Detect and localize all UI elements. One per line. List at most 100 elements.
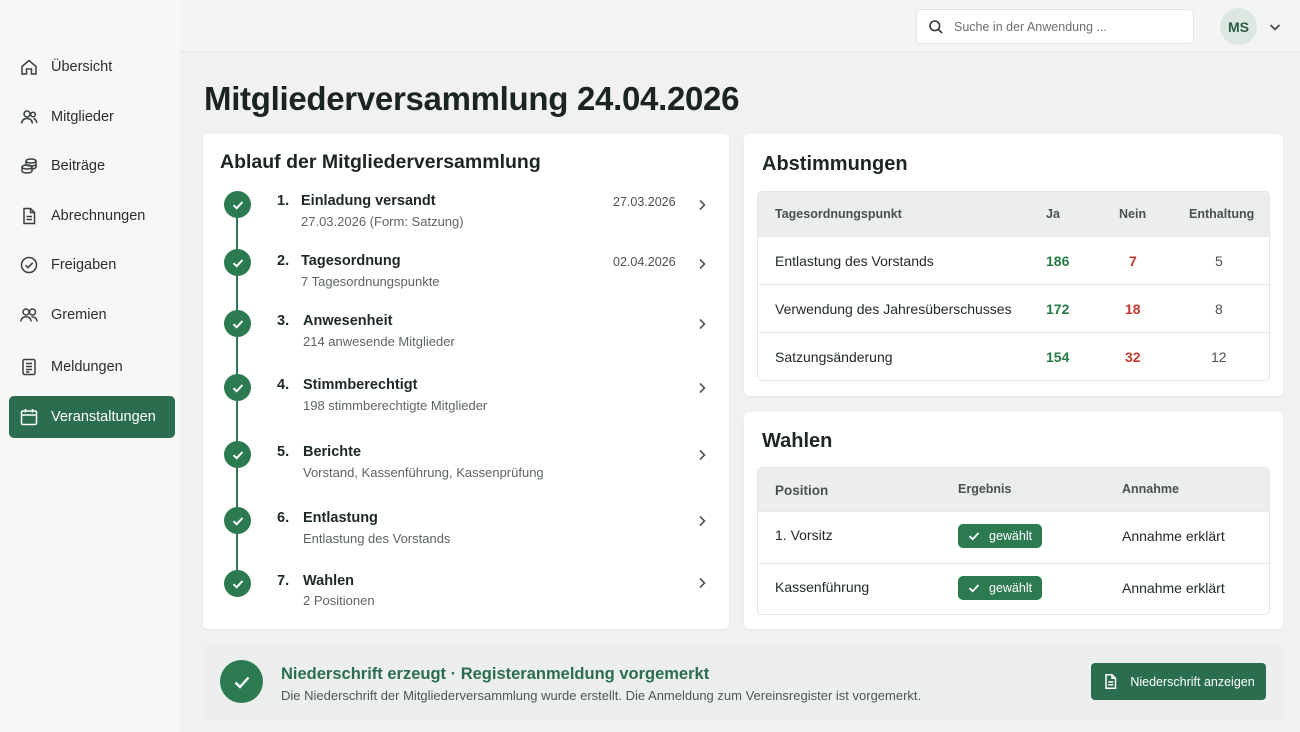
step-subtitle: Vorstand, Kassenführung, Kassenprüfung [303,465,544,480]
vote-yes: 172 [1046,301,1070,317]
elections-table: Position Ergebnis Annahme 1. Vorsitz gew… [757,467,1270,615]
election-acceptance: Annahme erklärt [1122,580,1225,596]
column-header: Position [775,483,829,498]
votes-title: Abstimmungen [762,153,908,175]
sidebar-item-label: Gremien [51,307,107,323]
election-acceptance: Annahme erklärt [1122,528,1225,544]
home-icon [19,57,39,77]
status-badge-label: gewählt [989,581,1033,595]
check-icon [224,374,251,401]
votes-table: Tagesordnungspunkt Ja Nein Enthaltung En… [757,191,1270,381]
column-header: Ergebnis [958,482,1012,496]
step-title: Tagesordnung [301,253,401,269]
sidebar-item-freigaben[interactable]: Freigaben [9,244,175,286]
search-box[interactable] [916,9,1194,44]
table-header: Tagesordnungspunkt Ja Nein Enthaltung [758,192,1269,236]
sidebar-item-veranstaltungen[interactable]: Veranstaltungen [9,396,175,438]
step-item[interactable]: 1. Einladung versandt 27.03.2026 (Form: … [220,187,715,237]
status-badge-label: gewählt [989,529,1033,543]
table-row: Satzungsänderung 154 32 12 [758,332,1269,380]
check-icon [224,507,251,534]
step-item[interactable]: 5. Berichte Vorstand, Kassenführung, Kas… [220,437,715,487]
report-icon [19,357,39,377]
step-date: 02.04.2026 [613,255,676,269]
group-icon [19,305,39,325]
view-minutes-button[interactable]: Niederschrift anzeigen [1091,663,1266,700]
sidebar-item-label: Beiträge [51,158,106,174]
avatar[interactable]: MS [1220,8,1257,45]
chevron-right-icon [699,577,706,589]
sidebar-item-uebersicht[interactable]: Übersicht [9,46,175,88]
step-item[interactable]: 7. Wahlen 2 Positionen [220,566,715,616]
step-subtitle: Entlastung des Vorstands [303,531,451,546]
step-number: 3. [277,313,290,329]
users-icon [19,107,39,127]
document-icon [1105,674,1117,689]
step-title: Entlastung [303,510,378,526]
search-input[interactable] [954,19,1174,34]
sidebar-item-beitraege[interactable]: Beiträge [9,145,175,187]
step-title: Einladung versandt [301,193,436,209]
chevron-right-icon [699,318,706,330]
step-number: 2. [277,253,290,269]
table-header: Position Ergebnis Annahme [758,468,1269,512]
step-item[interactable]: 2. Tagesordnung 7 Tagesordnungspunkte 02… [220,245,715,295]
calendar-icon [19,407,39,427]
step-number: 5. [277,444,290,460]
sidebar-item-mitglieder[interactable]: Mitglieder [9,96,175,138]
vote-no: 7 [1129,253,1137,269]
column-header: Ja [1046,207,1060,221]
vote-abstain: 5 [1215,253,1223,269]
page-title: Mitgliederversammlung 24.04.2026 [204,80,740,117]
vote-yes: 186 [1046,253,1070,269]
sidebar-item-label: Veranstaltungen [51,409,156,425]
sidebar-item-gremien[interactable]: Gremien [9,294,175,336]
sidebar-item-label: Freigaben [51,257,117,273]
column-header: Enthaltung [1189,207,1255,221]
step-subtitle: 214 anwesende Mitglieder [303,334,455,349]
status-banner: Niederschrift erzeugt · Registeranmeldun… [203,645,1283,720]
coins-icon [19,156,39,176]
vote-abstain: 12 [1211,349,1227,365]
check-icon [224,310,251,337]
step-item[interactable]: 6. Entlastung Entlastung des Vorstands [220,503,715,553]
table-row: Kassenführung gewählt Annahme erklärt [758,563,1269,614]
step-number: 6. [277,510,290,526]
vote-abstain: 8 [1215,301,1223,317]
chevron-right-icon [699,515,706,527]
sidebar-item-abrechnungen[interactable]: Abrechnungen [9,195,175,237]
check-icon [224,249,251,276]
sidebar-item-label: Meldungen [51,359,123,375]
banner-subtitle: Die Niederschrift der Mitgliederversamml… [281,688,922,703]
step-subtitle: 27.03.2026 (Form: Satzung) [301,214,464,229]
chevron-right-icon [699,258,706,270]
check-icon [224,191,251,218]
step-date: 27.03.2026 [613,195,676,209]
vote-no: 32 [1125,349,1141,365]
search-icon [929,19,943,34]
chevron-right-icon [699,199,706,211]
chevron-down-icon[interactable] [1268,20,1282,34]
table-row: Entlastung des Vorstands 186 7 5 [758,236,1269,284]
status-badge: gewählt [958,576,1043,600]
step-item[interactable]: 4. Stimmberechtigt 198 stimmberechtigte … [220,370,715,420]
step-subtitle: 198 stimmberechtigte Mitglieder [303,398,488,413]
election-position: Kassenführung [775,579,870,595]
elections-title: Wahlen [762,430,833,452]
step-item[interactable]: 3. Anwesenheit 214 anwesende Mitglieder [220,306,715,356]
step-subtitle: 2 Positionen [303,593,375,608]
votes-card: Abstimmungen Tagesordnungspunkt Ja Nein … [744,134,1283,396]
chevron-right-icon [699,382,706,394]
sidebar-item-meldungen[interactable]: Meldungen [9,346,175,388]
column-header: Tagesordnungspunkt [775,207,902,221]
vote-no: 18 [1125,301,1141,317]
check-icon [968,532,980,541]
check-icon [224,441,251,468]
steps-title: Ablauf der Mitgliederversammlung [220,151,541,173]
check-icon [220,660,263,703]
step-title: Stimmberechtigt [303,377,418,393]
status-badge: gewählt [958,524,1043,548]
vote-item: Satzungsänderung [775,349,893,365]
vote-yes: 154 [1046,349,1070,365]
step-number: 1. [277,193,290,209]
